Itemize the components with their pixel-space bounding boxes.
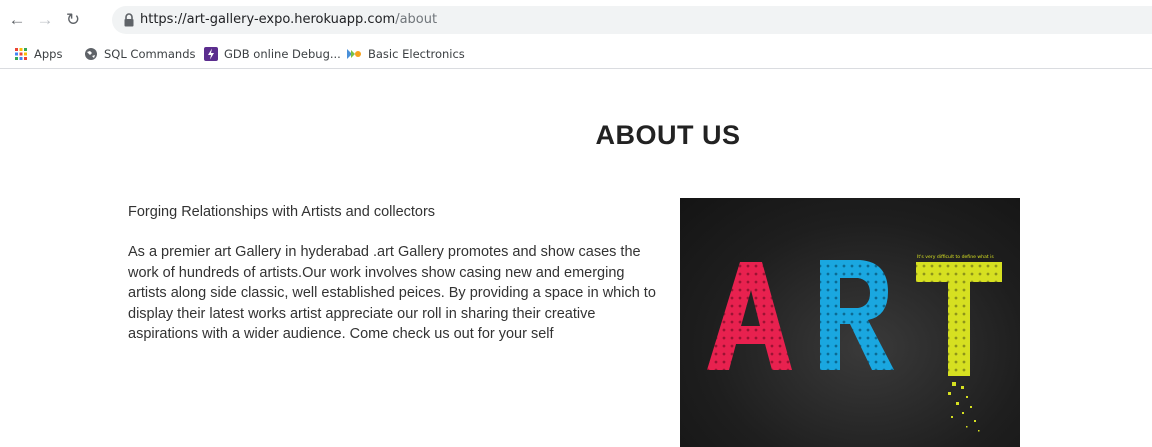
browser-toolbar: ← → ↻ https://art-gallery-expo.herokuapp…	[0, 0, 1152, 40]
bookmark-apps[interactable]: Apps	[14, 45, 62, 63]
page-title: ABOUT US	[595, 120, 741, 150]
url-text: https://art-gallery-expo.herokuapp.com/a…	[140, 12, 437, 27]
lock-icon	[124, 13, 134, 27]
url-path: /about	[395, 12, 438, 27]
art-image: It's very difficult to define what is	[680, 198, 1020, 447]
bookmark-basic-electronics[interactable]: Basic Electronics	[346, 45, 465, 63]
reload-icon[interactable]: ↻	[62, 9, 84, 31]
letter-t-shape	[916, 262, 1002, 376]
bookmark-label: Basic Electronics	[368, 47, 465, 61]
t-particles	[948, 382, 980, 432]
bookmark-label: GDB online Debug...	[224, 47, 341, 61]
globe-icon	[85, 48, 97, 60]
bookmark-label: Apps	[34, 47, 63, 61]
about-subtitle: Forging Relationships with Artists and c…	[128, 204, 436, 220]
gdb-bolt-icon	[204, 47, 218, 61]
url-host: https://art-gallery-expo.herokuapp.com	[140, 12, 396, 27]
forward-arrow-icon[interactable]: →	[34, 9, 56, 31]
bookmarks-bar: Apps SQL Commands GDB online Debug... Ba…	[0, 40, 1152, 69]
bookmark-sql-commands[interactable]: SQL Commands	[84, 45, 196, 63]
bookmark-gdb-online[interactable]: GDB online Debug...	[204, 45, 341, 63]
apps-grid-icon	[15, 48, 27, 60]
art-caption: It's very difficult to define what is	[917, 254, 994, 260]
address-bar[interactable]: https://art-gallery-expo.herokuapp.com/a…	[112, 6, 1152, 34]
letter-r-shape	[820, 260, 894, 370]
art-graphic: It's very difficult to define what is	[707, 254, 1002, 432]
back-arrow-icon[interactable]: ←	[6, 9, 28, 31]
letter-a-shape	[707, 262, 792, 370]
bookmark-label: SQL Commands	[104, 47, 196, 61]
electronics-icon	[347, 49, 361, 59]
about-paragraph: As a premier art Gallery in hyderabad .a…	[128, 244, 656, 342]
